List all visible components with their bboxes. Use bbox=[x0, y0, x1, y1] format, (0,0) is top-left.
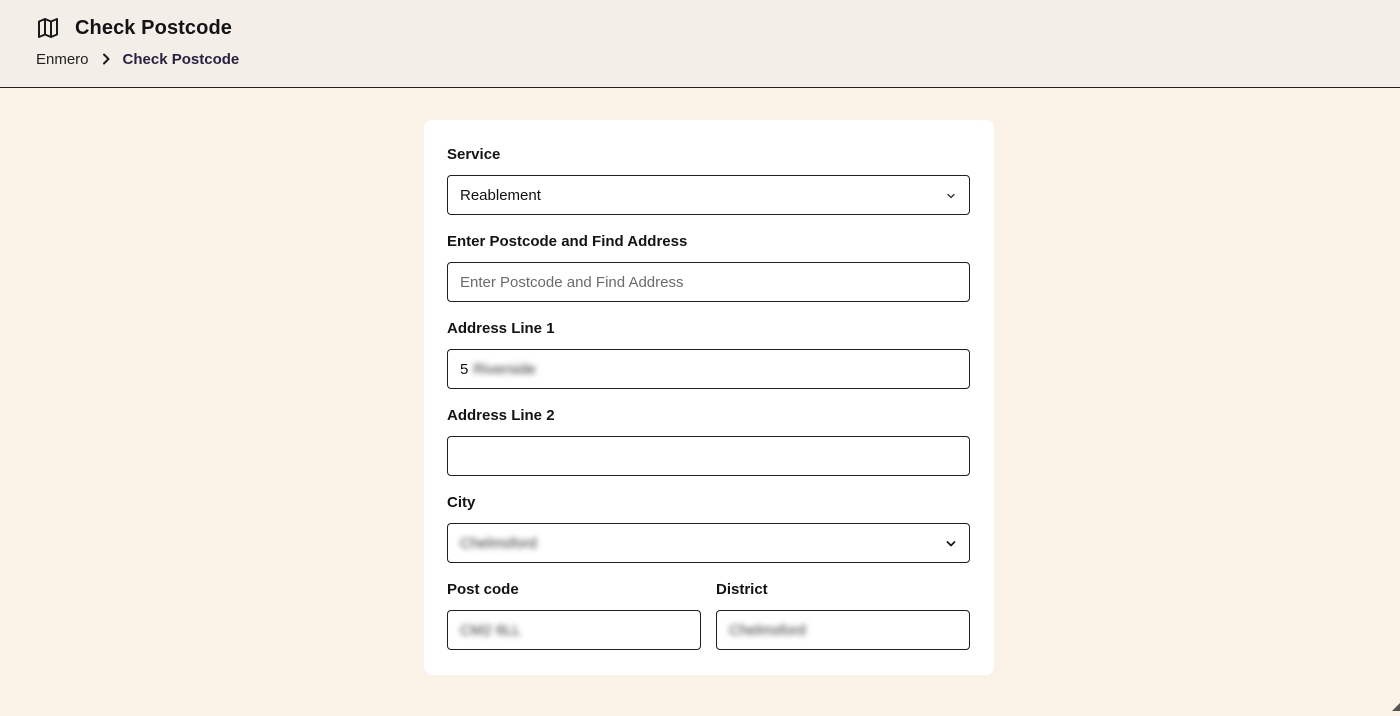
map-icon bbox=[36, 16, 60, 40]
district-input[interactable]: Chelmsford bbox=[716, 610, 970, 650]
service-select-value: Reablement bbox=[460, 187, 945, 204]
check-postcode-form: Service Reablement Enter Postcode and Fi… bbox=[424, 120, 994, 675]
address-line-1-number: 5 bbox=[460, 361, 468, 378]
address-line-2-label: Address Line 2 bbox=[447, 407, 555, 424]
service-label: Service bbox=[447, 146, 500, 163]
address-line-1-input[interactable]: 5 Riverside bbox=[447, 349, 970, 389]
breadcrumb-root-link[interactable]: Enmero bbox=[36, 51, 89, 68]
resize-handle-icon[interactable] bbox=[1392, 698, 1400, 706]
address-line-1-redacted: Riverside bbox=[473, 361, 536, 378]
chevron-down-icon bbox=[945, 189, 957, 201]
address-line-1-label: Address Line 1 bbox=[447, 320, 555, 337]
district-value: Chelmsford bbox=[729, 622, 806, 639]
breadcrumb: Enmero Check Postcode bbox=[36, 50, 239, 68]
postcode-search-input[interactable] bbox=[447, 262, 970, 302]
page-header: Check Postcode Enmero Check Postcode bbox=[0, 0, 1400, 88]
service-select[interactable]: Reablement bbox=[447, 175, 970, 215]
chevron-right-icon bbox=[99, 52, 113, 66]
chevron-down-icon bbox=[945, 537, 957, 549]
page-title: Check Postcode bbox=[75, 17, 232, 40]
city-label: City bbox=[447, 494, 475, 511]
city-select-value: Chelmsford bbox=[460, 535, 945, 552]
breadcrumb-current: Check Postcode bbox=[123, 51, 240, 68]
city-select[interactable]: Chelmsford bbox=[447, 523, 970, 563]
title-row: Check Postcode bbox=[36, 15, 232, 41]
post-code-value: CM2 6LL bbox=[460, 622, 521, 639]
post-code-label: Post code bbox=[447, 581, 519, 598]
post-code-input[interactable]: CM2 6LL bbox=[447, 610, 701, 650]
address-line-2-input[interactable] bbox=[447, 436, 970, 476]
postcode-search-label: Enter Postcode and Find Address bbox=[447, 233, 687, 250]
district-label: District bbox=[716, 581, 768, 598]
